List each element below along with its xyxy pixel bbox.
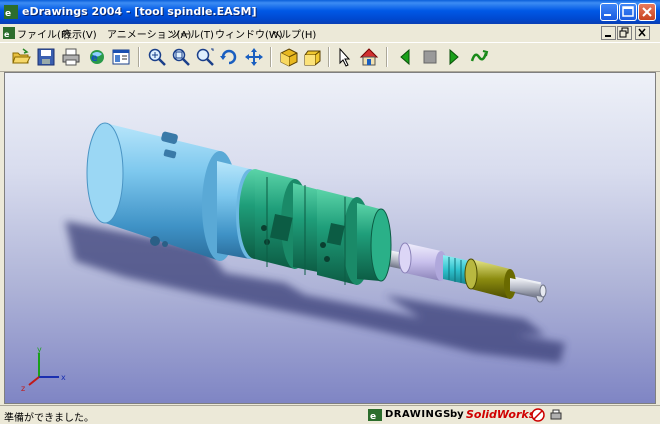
shaded-cube-icon bbox=[280, 48, 298, 67]
send-button[interactable]: e bbox=[85, 46, 107, 68]
rotate-button[interactable] bbox=[218, 46, 240, 68]
printer-status-icon bbox=[550, 409, 562, 420]
no-edit-icon bbox=[531, 408, 545, 422]
window-title: eDrawings 2004 - [tool spindle.EASM] bbox=[22, 5, 257, 18]
select-button[interactable] bbox=[334, 46, 356, 68]
edrawings-window: e eDrawings 2004 - [tool spindle.EASM] e… bbox=[0, 0, 660, 424]
menu-help[interactable]: ヘルプ(H) bbox=[271, 26, 316, 41]
close-icon bbox=[642, 7, 652, 17]
edrawings-logo-icon: e bbox=[368, 409, 382, 421]
menu-view[interactable]: 表示(V) bbox=[62, 26, 97, 41]
stop-button[interactable] bbox=[419, 46, 441, 68]
save-icon bbox=[37, 48, 55, 66]
continuous-play-button[interactable] bbox=[468, 46, 490, 68]
maximize-icon bbox=[622, 6, 634, 17]
status-bar: 準備ができました。 e DRAWINGS by SolidWorks bbox=[0, 405, 660, 424]
home-icon bbox=[359, 48, 379, 66]
play-icon bbox=[449, 48, 459, 66]
brand-by: by bbox=[450, 409, 464, 420]
toolbar-separator bbox=[270, 47, 272, 67]
svg-text:e: e bbox=[91, 53, 98, 64]
minimize-icon bbox=[604, 14, 611, 16]
svg-text:e: e bbox=[4, 30, 10, 39]
close-icon bbox=[638, 28, 646, 37]
status-text: 準備ができました。 bbox=[4, 413, 94, 424]
minimize-icon bbox=[605, 35, 611, 37]
toolbar-separator bbox=[386, 47, 388, 67]
perspective-cube-icon bbox=[304, 50, 321, 66]
send-mail-icon: e bbox=[90, 50, 104, 64]
brand-solidworks: SolidWorks bbox=[466, 408, 536, 421]
previous-icon bbox=[400, 48, 410, 66]
document-restore-button[interactable] bbox=[617, 26, 632, 40]
pan-icon bbox=[245, 48, 263, 66]
axis-triad: y x z bbox=[21, 345, 66, 393]
restore-icon bbox=[619, 27, 629, 38]
properties-icon bbox=[112, 49, 130, 65]
open-button[interactable] bbox=[10, 46, 32, 68]
continuous-play-icon bbox=[470, 50, 489, 62]
minimize-button[interactable] bbox=[600, 3, 618, 21]
save-button[interactable] bbox=[35, 46, 57, 68]
play-button[interactable] bbox=[443, 46, 465, 68]
home-button[interactable] bbox=[358, 46, 380, 68]
model-viewport[interactable]: y x z bbox=[4, 72, 656, 404]
perspective-button[interactable] bbox=[302, 46, 324, 68]
open-folder-icon bbox=[12, 48, 31, 64]
document-icon[interactable]: e bbox=[3, 27, 15, 39]
axis-y-label: y bbox=[37, 345, 42, 354]
zoom-to-area-button[interactable] bbox=[194, 46, 216, 68]
coupling-assembly[interactable] bbox=[239, 169, 392, 285]
toolbar-separator bbox=[138, 47, 140, 67]
locking-collar[interactable] bbox=[464, 258, 516, 299]
axis-x-label: x bbox=[61, 373, 66, 382]
print-icon bbox=[62, 48, 80, 66]
properties-button[interactable] bbox=[110, 46, 132, 68]
menu-tools[interactable]: ツール(T) bbox=[170, 26, 214, 41]
toolbar-separator bbox=[328, 47, 330, 67]
close-button[interactable] bbox=[638, 3, 656, 21]
zoom-to-area-icon bbox=[196, 48, 214, 66]
print-button[interactable] bbox=[60, 46, 82, 68]
edrawings-app-icon: e bbox=[4, 5, 18, 19]
bearing-sleeve[interactable] bbox=[398, 242, 447, 281]
menu-bar: e ファイル(F) 表示(V) アニメーション(A) ツール(T) ウィンドウ(… bbox=[0, 24, 660, 42]
brand-drawings: DRAWINGS bbox=[385, 409, 451, 420]
document-minimize-button[interactable] bbox=[601, 26, 616, 40]
stop-icon bbox=[423, 50, 437, 64]
svg-text:e: e bbox=[5, 9, 11, 19]
axis-z-label: z bbox=[21, 384, 25, 393]
svg-text:e: e bbox=[370, 412, 376, 421]
maximize-button[interactable] bbox=[619, 3, 637, 21]
rotate-icon bbox=[220, 49, 237, 65]
document-close-button[interactable] bbox=[635, 26, 650, 40]
zoom-icon bbox=[148, 48, 166, 66]
select-arrow-icon bbox=[339, 47, 351, 67]
title-bar[interactable]: e eDrawings 2004 - [tool spindle.EASM] bbox=[0, 0, 660, 24]
edrawings-brand: e DRAWINGS by SolidWorks bbox=[368, 407, 638, 423]
previous-button[interactable] bbox=[394, 46, 416, 68]
main-toolbar: e bbox=[0, 42, 660, 72]
zoom-to-fit-button[interactable] bbox=[170, 46, 192, 68]
spindle-assembly-model[interactable]: y x z bbox=[5, 73, 655, 403]
pan-button[interactable] bbox=[243, 46, 265, 68]
shaded-view-button[interactable] bbox=[278, 46, 300, 68]
zoom-button[interactable] bbox=[146, 46, 168, 68]
zoom-to-fit-icon bbox=[172, 48, 190, 66]
